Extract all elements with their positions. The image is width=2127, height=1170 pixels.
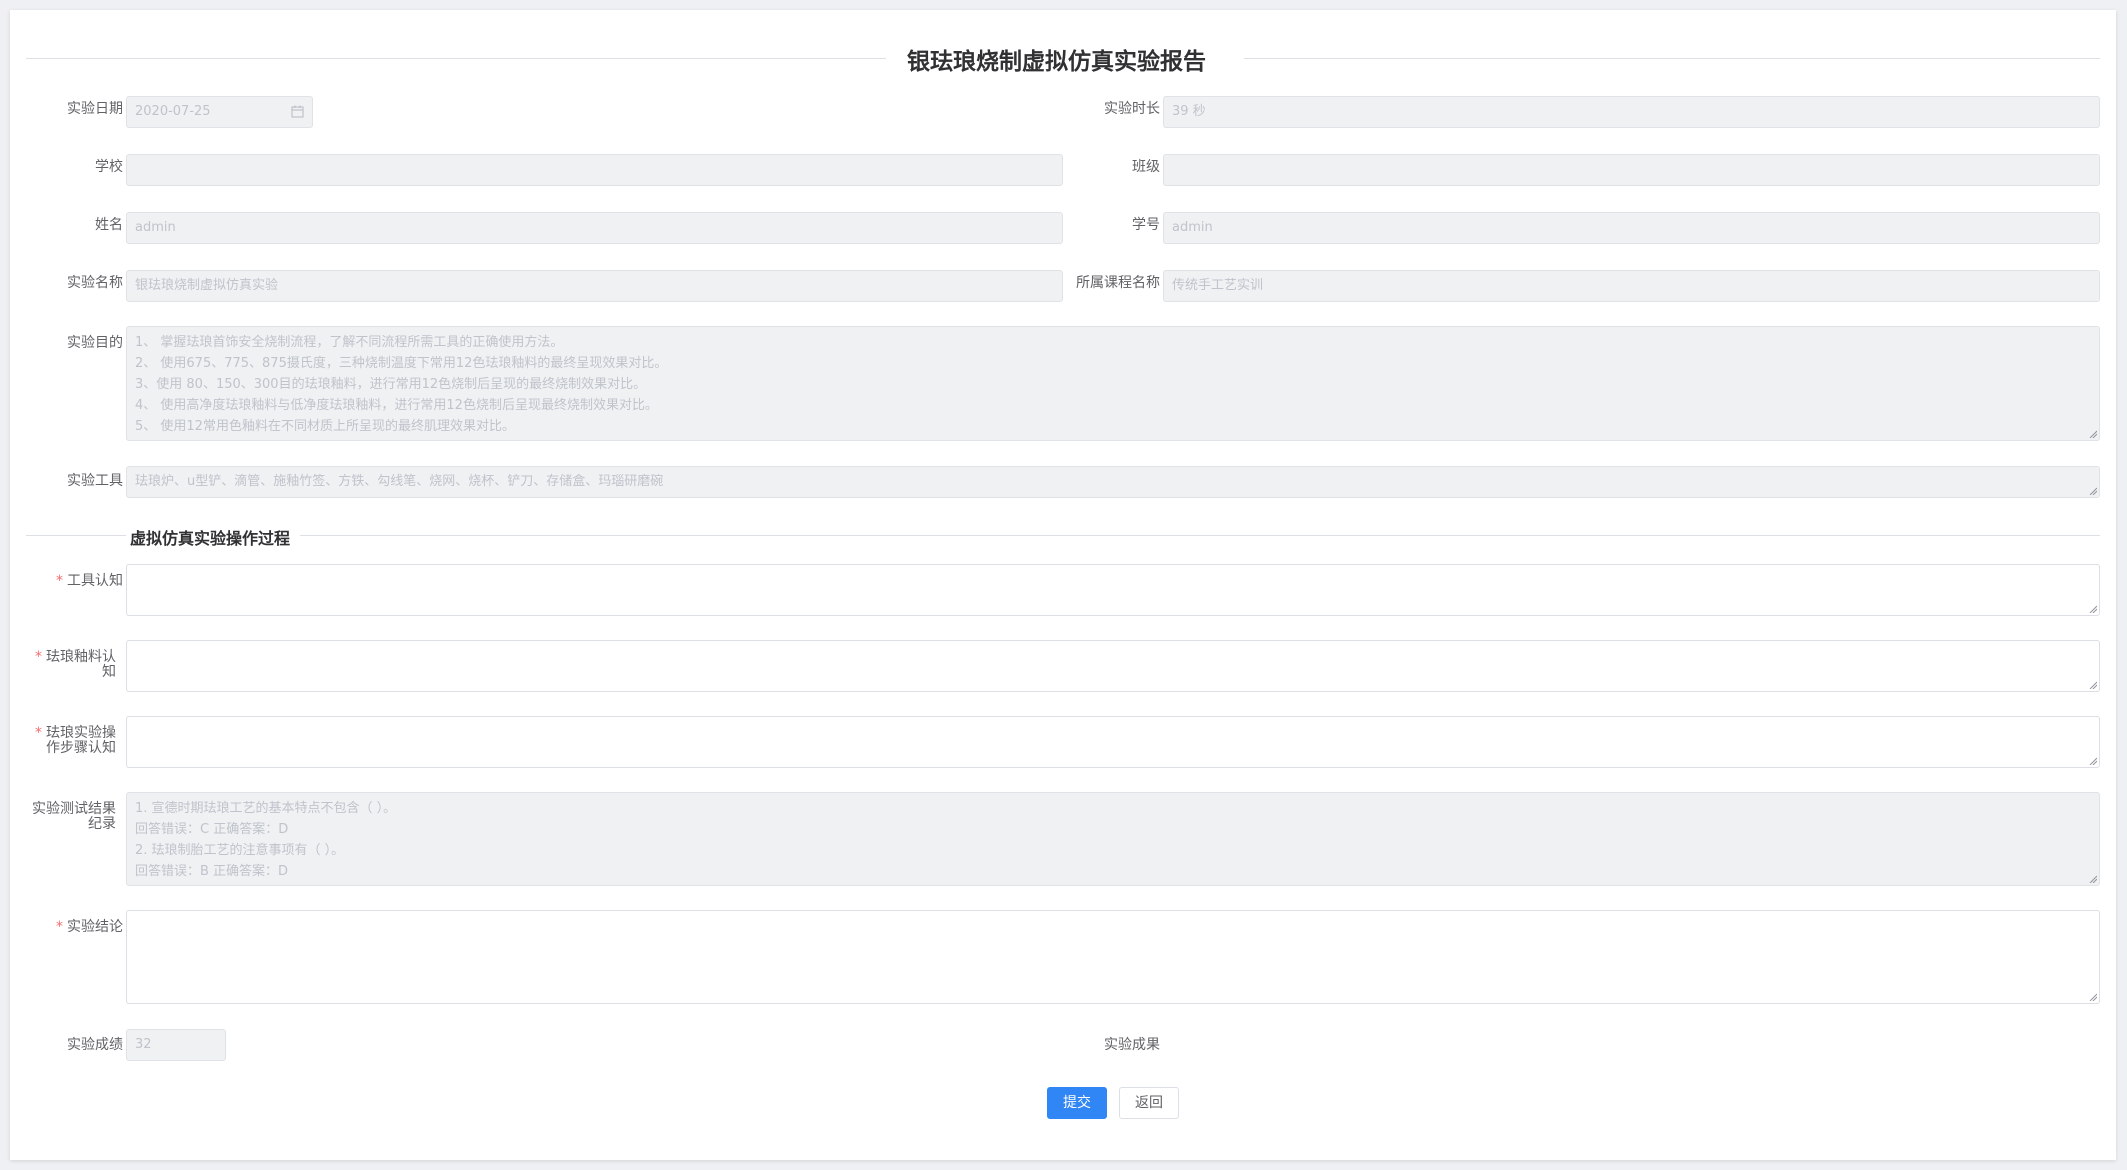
back-button[interactable]: 返回	[1119, 1087, 1179, 1119]
achievement-label: 实验成果	[1104, 1037, 1160, 1053]
title-divider-left	[26, 58, 886, 59]
duration-field[interactable]: 39 秒	[1163, 96, 2100, 128]
resize-handle-icon[interactable]	[2089, 605, 2097, 613]
purpose-textarea[interactable]: 1、 掌握珐琅首饰安全烧制流程，了解不同流程所需工具的正确使用方法。 2、 使用…	[126, 326, 2100, 441]
conclusion-textarea[interactable]	[126, 910, 2100, 1004]
course-name-field[interactable]: 传统手工艺实训	[1163, 270, 2100, 302]
tool-knowledge-label: 工具认知	[56, 574, 123, 589]
title-divider-right	[1244, 58, 2100, 59]
name-field[interactable]: admin	[126, 212, 1063, 244]
purpose-label: 实验目的	[67, 335, 123, 351]
score-label: 实验成绩	[67, 1037, 123, 1053]
test-record-line: 回答错误：B 正确答案：D	[135, 864, 289, 879]
calendar-icon	[291, 105, 304, 118]
section-divider-left	[26, 535, 126, 536]
resize-handle-icon[interactable]	[2089, 430, 2097, 438]
student-id-field[interactable]: admin	[1163, 212, 2100, 244]
page-title: 银珐琅烧制虚拟仿真实验报告	[907, 49, 1206, 75]
section-divider-right	[300, 535, 2100, 536]
date-label: 实验日期	[67, 101, 123, 117]
date-picker[interactable]: 2020-07-25	[126, 96, 313, 128]
test-record-label: 实验测试结果纪录	[32, 801, 116, 832]
tools-value: 珐琅炉、u型铲、滴管、施釉竹签、方铁、勾线笔、烧网、烧杯、铲刀、存储盒、玛瑙研磨…	[135, 474, 664, 489]
purpose-line: 3、使用 80、150、300目的珐琅釉料，进行常用12色烧制后呈现的最终烧制效…	[135, 377, 647, 392]
experiment-name-label: 实验名称	[67, 275, 123, 291]
student-id-label: 学号	[1132, 217, 1160, 233]
school-field[interactable]	[126, 154, 1063, 186]
class-field[interactable]	[1163, 154, 2100, 186]
purpose-line: 4、 使用高净度珐琅釉料与低净度珐琅釉料，进行常用12色烧制后呈现最终烧制效果对…	[135, 398, 658, 413]
process-section-title: 虚拟仿真实验操作过程	[130, 529, 291, 548]
resize-handle-icon[interactable]	[2089, 487, 2097, 495]
resize-handle-icon[interactable]	[2089, 875, 2097, 883]
report-card: 银珐琅烧制虚拟仿真实验报告 实验日期 2020-07-25 实验时长 39 秒 …	[10, 10, 2116, 1160]
school-label: 学校	[95, 159, 123, 175]
class-label: 班级	[1132, 159, 1160, 175]
resize-handle-icon[interactable]	[2089, 993, 2097, 1001]
duration-label: 实验时长	[1104, 101, 1160, 117]
steps-knowledge-textarea[interactable]	[126, 716, 2100, 768]
test-record-line: 回答错误：C 正确答案：D	[135, 822, 289, 837]
purpose-line: 1、 掌握珐琅首饰安全烧制流程，了解不同流程所需工具的正确使用方法。	[135, 335, 564, 350]
steps-knowledge-label: 珐琅实验操作步骤认知	[26, 726, 116, 756]
conclusion-label: 实验结论	[56, 920, 123, 935]
score-field[interactable]: 32	[126, 1029, 226, 1061]
test-record-line: 2. 珐琅制胎工艺的注意事项有（ ）。	[135, 843, 345, 858]
experiment-name-field[interactable]: 银珐琅烧制虚拟仿真实验	[126, 270, 1063, 302]
tool-knowledge-textarea[interactable]	[126, 564, 2100, 616]
tools-textarea[interactable]: 珐琅炉、u型铲、滴管、施釉竹签、方铁、勾线笔、烧网、烧杯、铲刀、存储盒、玛瑙研磨…	[126, 466, 2100, 498]
date-value: 2020-07-25	[135, 104, 211, 119]
resize-handle-icon[interactable]	[2089, 757, 2097, 765]
test-record-textarea[interactable]: 1. 宣德时期珐琅工艺的基本特点不包含（ ）。 回答错误：C 正确答案：D 2.…	[126, 792, 2100, 886]
glaze-knowledge-label: 珐琅釉料认知	[26, 650, 116, 680]
test-record-line: 1. 宣德时期珐琅工艺的基本特点不包含（ ）。	[135, 801, 397, 816]
purpose-line: 2、 使用675、775、875摄氏度，三种烧制温度下常用12色珐琅釉料的最终呈…	[135, 356, 668, 371]
submit-button[interactable]: 提交	[1047, 1087, 1107, 1119]
glaze-knowledge-textarea[interactable]	[126, 640, 2100, 692]
course-name-label: 所属课程名称	[1076, 275, 1160, 291]
tools-label: 实验工具	[67, 473, 123, 489]
resize-handle-icon[interactable]	[2089, 681, 2097, 689]
purpose-line: 5、 使用12常用色釉料在不同材质上所呈现的最终肌理效果对比。	[135, 419, 515, 434]
name-label: 姓名	[95, 217, 123, 233]
